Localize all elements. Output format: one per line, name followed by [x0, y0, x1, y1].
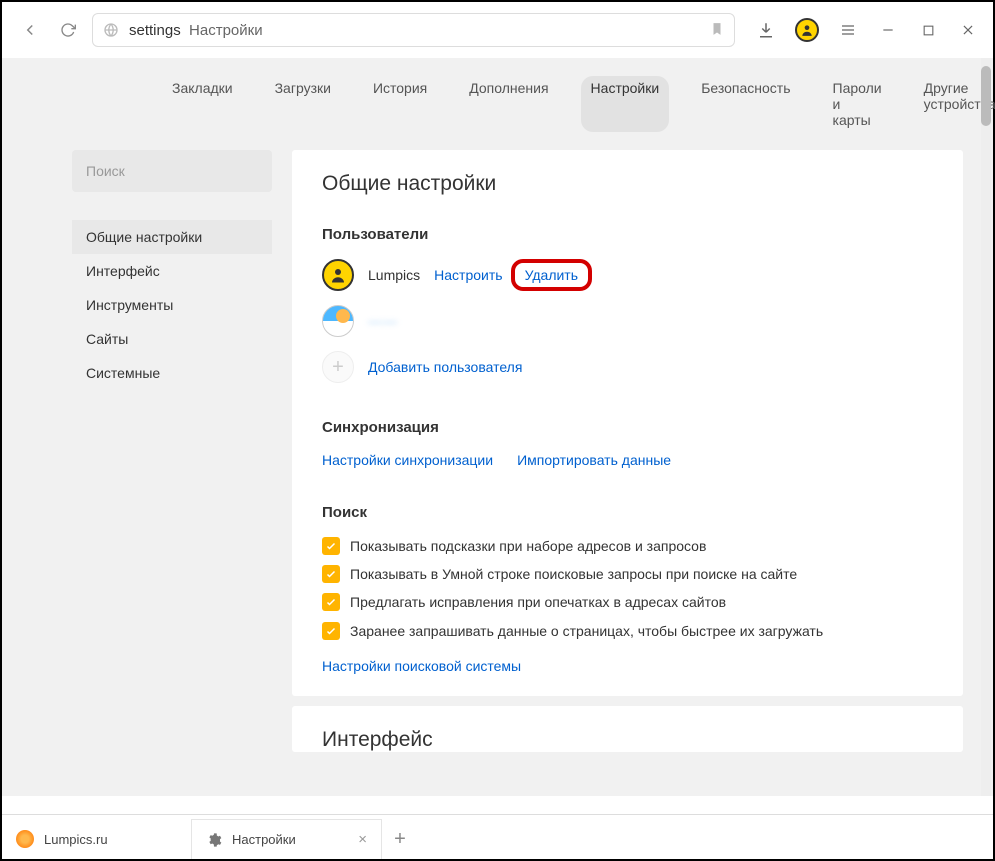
address-bar[interactable]: settings Настройки [92, 13, 735, 47]
add-user-link[interactable]: Добавить пользователя [368, 359, 522, 375]
sidebar-item[interactable]: Системные [72, 356, 272, 390]
sidebar-item[interactable]: Сайты [72, 322, 272, 356]
profile-icon[interactable] [795, 18, 819, 42]
back-button[interactable] [16, 16, 44, 44]
checkbox[interactable] [322, 537, 340, 555]
menu-icon[interactable] [837, 19, 859, 41]
section-heading: Синхронизация [322, 419, 933, 436]
checkbox-label: Предлагать исправления при опечатках в а… [350, 593, 726, 611]
sync-settings-link[interactable]: Настройки синхронизации [322, 452, 493, 468]
checkbox[interactable] [322, 622, 340, 640]
sidebar-item[interactable]: Инструменты [72, 288, 272, 322]
import-data-link[interactable]: Импортировать данные [517, 452, 671, 468]
delete-user-link[interactable]: Удалить [525, 267, 578, 283]
favicon [16, 830, 34, 848]
reload-button[interactable] [54, 16, 82, 44]
close-button[interactable] [957, 19, 979, 41]
avatar [322, 305, 354, 337]
checkbox-row: Предлагать исправления при опечатках в а… [322, 593, 933, 611]
user-row: —— [322, 305, 933, 337]
sync-section: Синхронизация Настройки синхронизации Им… [322, 419, 933, 468]
browser-toolbar: settings Настройки [2, 2, 993, 58]
checkbox-label: Показывать в Умной строке поисковые запр… [350, 565, 797, 583]
scrollbar-track[interactable] [981, 58, 991, 796]
top-tab[interactable]: Безопасность [691, 76, 800, 132]
maximize-button[interactable] [917, 19, 939, 41]
user-name: Lumpics [368, 267, 420, 283]
top-tab[interactable]: История [363, 76, 437, 132]
interface-panel: Интерфейс [292, 706, 963, 752]
top-tab[interactable]: Настройки [581, 76, 670, 132]
add-user-row[interactable]: + Добавить пользователя [322, 351, 933, 383]
new-tab-button[interactable]: + [382, 819, 418, 859]
top-tab[interactable]: Загрузки [265, 76, 341, 132]
section-heading: Поиск [322, 504, 933, 521]
general-settings-panel: Общие настройки Пользователи Lumpics Нас… [292, 150, 963, 696]
checkbox-label: Заранее запрашивать данные о страницах, … [350, 622, 823, 640]
tab-label: Lumpics.ru [44, 832, 108, 847]
checkbox[interactable] [322, 593, 340, 611]
sidebar-item[interactable]: Общие настройки [72, 220, 272, 254]
tab-label: Настройки [232, 832, 296, 847]
panel-title: Общие настройки [322, 172, 933, 196]
top-tab[interactable]: Дополнения [459, 76, 558, 132]
delete-highlight: Удалить [511, 259, 592, 291]
users-section: Пользователи Lumpics Настроить Удалить [322, 226, 933, 383]
search-input[interactable]: Поиск [72, 150, 272, 192]
user-name-blurred: —— [368, 313, 398, 329]
avatar [322, 259, 354, 291]
user-row: Lumpics Настроить Удалить [322, 259, 933, 291]
downloads-icon[interactable] [755, 19, 777, 41]
globe-icon [103, 22, 119, 38]
top-tab[interactable]: Закладки [162, 76, 243, 132]
search-engine-link[interactable]: Настройки поисковой системы [322, 658, 521, 674]
close-tab-icon[interactable]: × [358, 831, 367, 848]
plus-icon: + [322, 351, 354, 383]
scrollbar-thumb[interactable] [981, 66, 991, 126]
settings-top-nav: Закладки Загрузки История Дополнения Настрой… [2, 58, 993, 150]
checkbox-row: Заранее запрашивать данные о страницах, … [322, 622, 933, 640]
address-text: settings Настройки [129, 22, 700, 39]
panel-title: Интерфейс [322, 728, 933, 752]
section-heading: Пользователи [322, 226, 933, 243]
browser-tab[interactable]: Настройки × [192, 819, 382, 859]
search-section: Поиск Показывать подсказки при наборе ад… [322, 504, 933, 674]
checkbox-row: Показывать подсказки при наборе адресов … [322, 537, 933, 555]
browser-tab-strip: Lumpics.ru Настройки × + [2, 814, 993, 859]
gear-icon [206, 832, 222, 848]
checkbox-row: Показывать в Умной строке поисковые запр… [322, 565, 933, 583]
settings-sidebar: Поиск Общие настройкиИнтерфейсИнструмент… [72, 150, 272, 796]
configure-user-link[interactable]: Настроить [434, 267, 502, 283]
page-viewport: Закладки Загрузки История Дополнения Настрой… [2, 58, 993, 796]
checkbox[interactable] [322, 565, 340, 583]
checkbox-label: Показывать подсказки при наборе адресов … [350, 537, 706, 555]
sidebar-item[interactable]: Интерфейс [72, 254, 272, 288]
bookmark-icon[interactable] [710, 22, 724, 39]
top-tab[interactable]: Пароли и карты [823, 76, 892, 132]
browser-tab[interactable]: Lumpics.ru [2, 819, 192, 859]
minimize-button[interactable] [877, 19, 899, 41]
